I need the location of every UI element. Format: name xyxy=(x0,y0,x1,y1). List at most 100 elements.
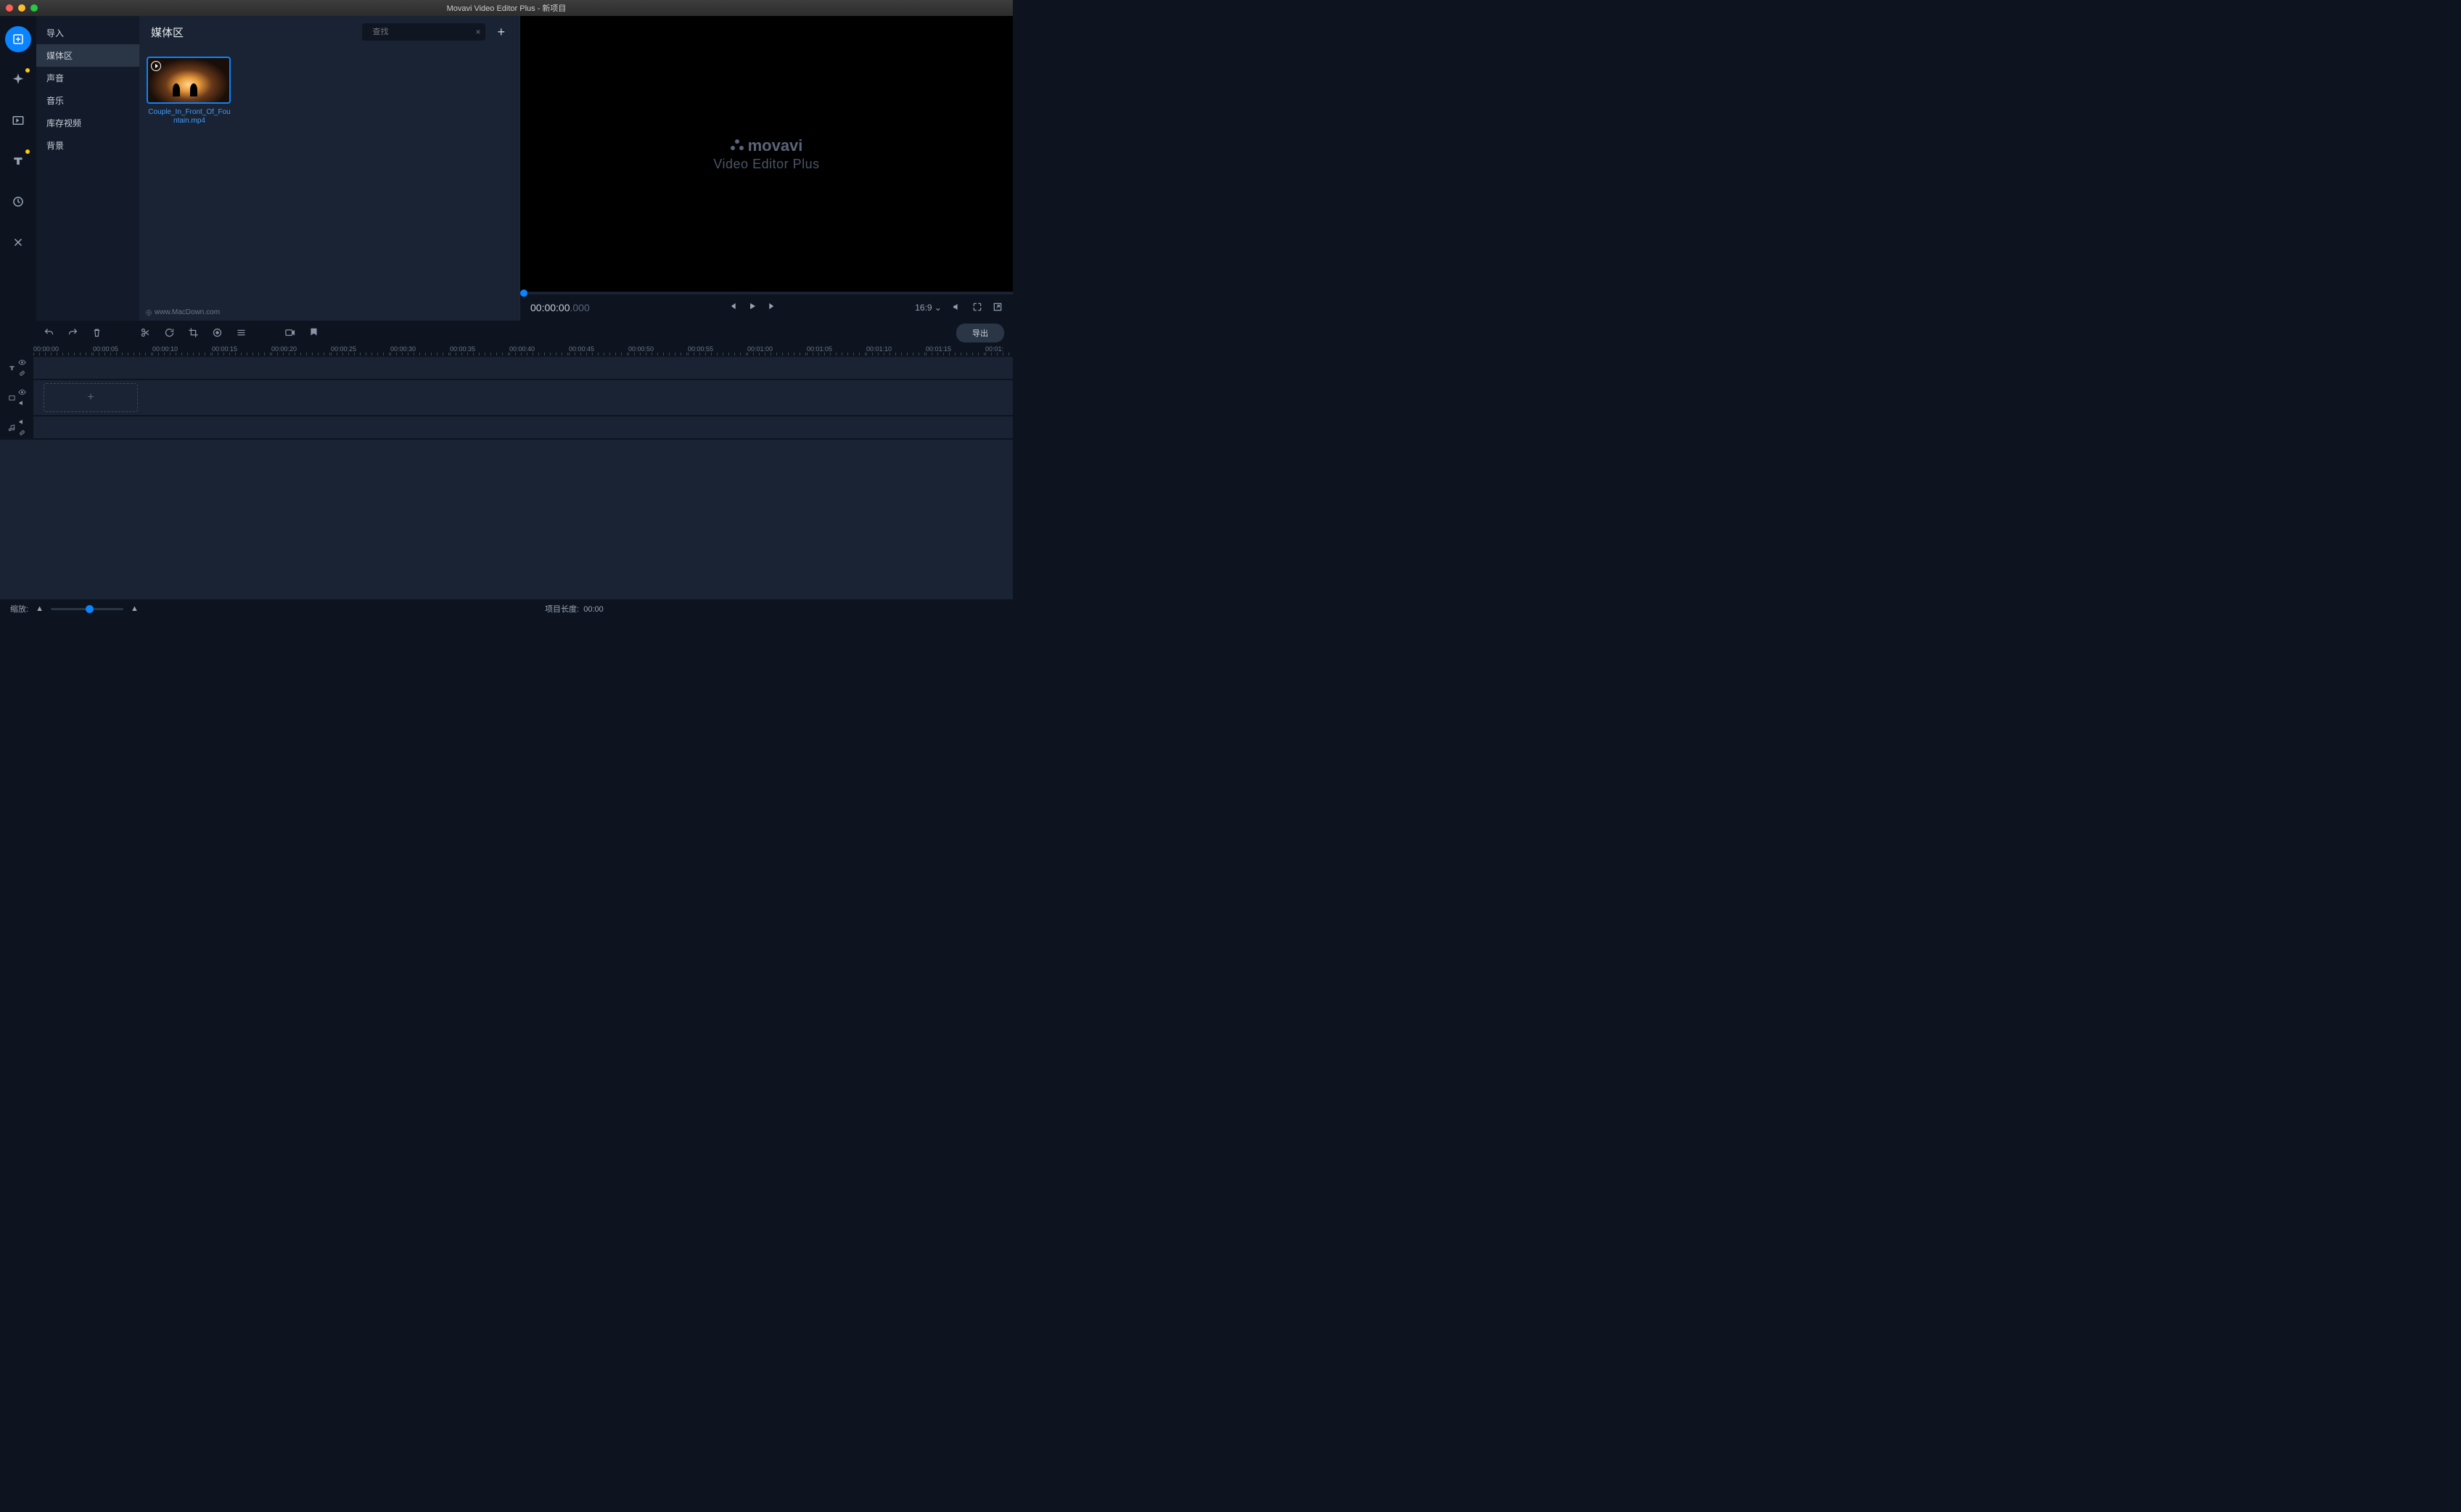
sidebar-item-label: 导入 xyxy=(46,28,64,38)
split-button[interactable] xyxy=(140,327,151,338)
track-head xyxy=(0,380,33,415)
prev-frame-button[interactable] xyxy=(727,301,737,315)
ruler-tick: 00:01:05 xyxy=(807,344,866,357)
ruler-tick: 00:00:00 xyxy=(33,344,93,357)
ruler-tick: 00:00:55 xyxy=(688,344,747,357)
crop-button[interactable] xyxy=(188,327,199,338)
search-box[interactable]: × xyxy=(362,23,485,41)
preview-controls: 00:00:00.000 16:9 ⌄ xyxy=(520,295,1013,321)
export-button[interactable]: 导出 xyxy=(956,324,1004,342)
chevron-down-icon: ⌄ xyxy=(934,303,942,313)
globe-icon xyxy=(145,309,152,316)
visibility-icon[interactable] xyxy=(18,358,26,366)
filters-tab[interactable] xyxy=(5,67,31,93)
ruler-tick: 00:00:45 xyxy=(569,344,628,357)
zoom-knob[interactable] xyxy=(86,605,94,613)
ruler-tick: 00:01: xyxy=(985,344,1013,357)
mute-icon[interactable] xyxy=(18,418,26,426)
popout-button[interactable] xyxy=(993,302,1003,314)
redo-button[interactable] xyxy=(67,327,78,338)
left-rail xyxy=(0,16,36,321)
add-media-button[interactable]: + xyxy=(494,25,508,40)
stickers-tab[interactable] xyxy=(5,189,31,215)
window-controls xyxy=(6,4,38,12)
sidebar: 导入 媒体区 声音 音乐 库存视频 背景 xyxy=(36,16,139,321)
sidebar-item-backgrounds[interactable]: 背景 xyxy=(36,134,139,157)
maximize-button[interactable] xyxy=(30,4,38,12)
aspect-ratio-selector[interactable]: 16:9 ⌄ xyxy=(915,303,942,313)
titles-tab[interactable] xyxy=(5,148,31,174)
media-thumbnail[interactable] xyxy=(147,57,231,104)
ruler-tick: 00:00:35 xyxy=(450,344,509,357)
video-track[interactable]: + xyxy=(0,380,1013,415)
clear-search-icon[interactable]: × xyxy=(475,27,480,37)
zoom-out-button[interactable]: ▲ xyxy=(36,604,44,613)
transitions-tab[interactable] xyxy=(5,107,31,133)
minimize-button[interactable] xyxy=(18,4,25,12)
audio-track-icon xyxy=(8,424,16,432)
aspect-ratio-label: 16:9 xyxy=(915,303,932,313)
timeline-area: 导出 00:00:0000:00:0500:00:1000:00:1500:00… xyxy=(0,321,1013,599)
color-adjust-button[interactable] xyxy=(212,327,223,338)
visibility-icon[interactable] xyxy=(18,388,26,396)
brand-subtitle: Video Editor Plus xyxy=(713,157,819,172)
zoom-slider[interactable] xyxy=(51,608,123,610)
clip-properties-button[interactable] xyxy=(236,327,247,338)
sidebar-item-label: 音乐 xyxy=(46,96,64,106)
main-area: 导入 媒体区 声音 音乐 库存视频 背景 媒体区 × + Couple_In_F… xyxy=(0,16,1013,321)
audio-track[interactable] xyxy=(0,416,1013,438)
track-head xyxy=(0,357,33,379)
rotate-button[interactable] xyxy=(164,327,175,338)
media-grid: Couple_In_Front_Of_Fountain.mp4 xyxy=(139,48,519,134)
window-title: Movavi Video Editor Plus - 新项目 xyxy=(447,2,567,14)
media-filename: Couple_In_Front_Of_Fountain.mp4 xyxy=(147,108,232,126)
title-track[interactable] xyxy=(0,357,1013,379)
timeline-ruler[interactable]: 00:00:0000:00:0500:00:1000:00:1500:00:20… xyxy=(33,344,1013,357)
brand-logo: movavi xyxy=(731,136,803,155)
next-frame-button[interactable] xyxy=(768,301,778,315)
ruler-tick: 00:00:25 xyxy=(331,344,390,357)
project-length-value: 00:00 xyxy=(583,605,604,614)
ruler-tick: 00:00:10 xyxy=(152,344,212,357)
ruler-tick: 00:01:10 xyxy=(866,344,926,357)
fullscreen-button[interactable] xyxy=(972,302,982,314)
link-icon[interactable] xyxy=(18,369,26,377)
brand-dots-icon xyxy=(731,139,744,152)
zoom-label: 缩放: xyxy=(10,603,28,615)
volume-button[interactable] xyxy=(952,302,962,314)
sidebar-item-import[interactable]: 导入 xyxy=(36,22,139,44)
sidebar-item-sound[interactable]: 声音 xyxy=(36,67,139,89)
delete-button[interactable] xyxy=(91,327,102,338)
close-button[interactable] xyxy=(6,4,13,12)
import-tab[interactable] xyxy=(5,26,31,52)
notification-dot-icon xyxy=(25,68,30,73)
timecode-main: 00:00:00 xyxy=(530,302,570,313)
progress-handle[interactable] xyxy=(520,289,527,297)
link-icon[interactable] xyxy=(18,429,26,437)
watermark-text: www.MacDown.com xyxy=(155,308,220,316)
sidebar-item-stock-video[interactable]: 库存视频 xyxy=(36,112,139,134)
zoom-in-button[interactable]: ▲ xyxy=(131,604,139,613)
ruler-tick: 00:00:40 xyxy=(509,344,569,357)
tracks: + xyxy=(0,357,1013,438)
export-label: 导出 xyxy=(972,329,988,338)
ruler-tick: 00:00:50 xyxy=(628,344,688,357)
media-item[interactable]: Couple_In_Front_Of_Fountain.mp4 xyxy=(147,57,232,126)
search-input[interactable] xyxy=(372,28,475,36)
ruler-tick: 00:00:30 xyxy=(390,344,450,357)
timeline-empty-area[interactable] xyxy=(0,440,1013,599)
brand-name: movavi xyxy=(748,136,803,155)
mute-icon[interactable] xyxy=(18,399,26,407)
sidebar-item-media[interactable]: 媒体区 xyxy=(36,44,139,67)
sidebar-item-music[interactable]: 音乐 xyxy=(36,89,139,112)
text-track-icon xyxy=(8,364,16,372)
sidebar-item-label: 声音 xyxy=(46,73,64,83)
sidebar-item-label: 媒体区 xyxy=(46,51,73,61)
marker-button[interactable] xyxy=(308,327,319,338)
drop-zone[interactable]: + xyxy=(44,383,138,412)
undo-button[interactable] xyxy=(44,327,54,338)
preview-progress[interactable] xyxy=(520,292,1013,295)
record-button[interactable] xyxy=(284,327,295,338)
play-button[interactable] xyxy=(747,301,757,315)
more-tools-tab[interactable] xyxy=(5,229,31,255)
